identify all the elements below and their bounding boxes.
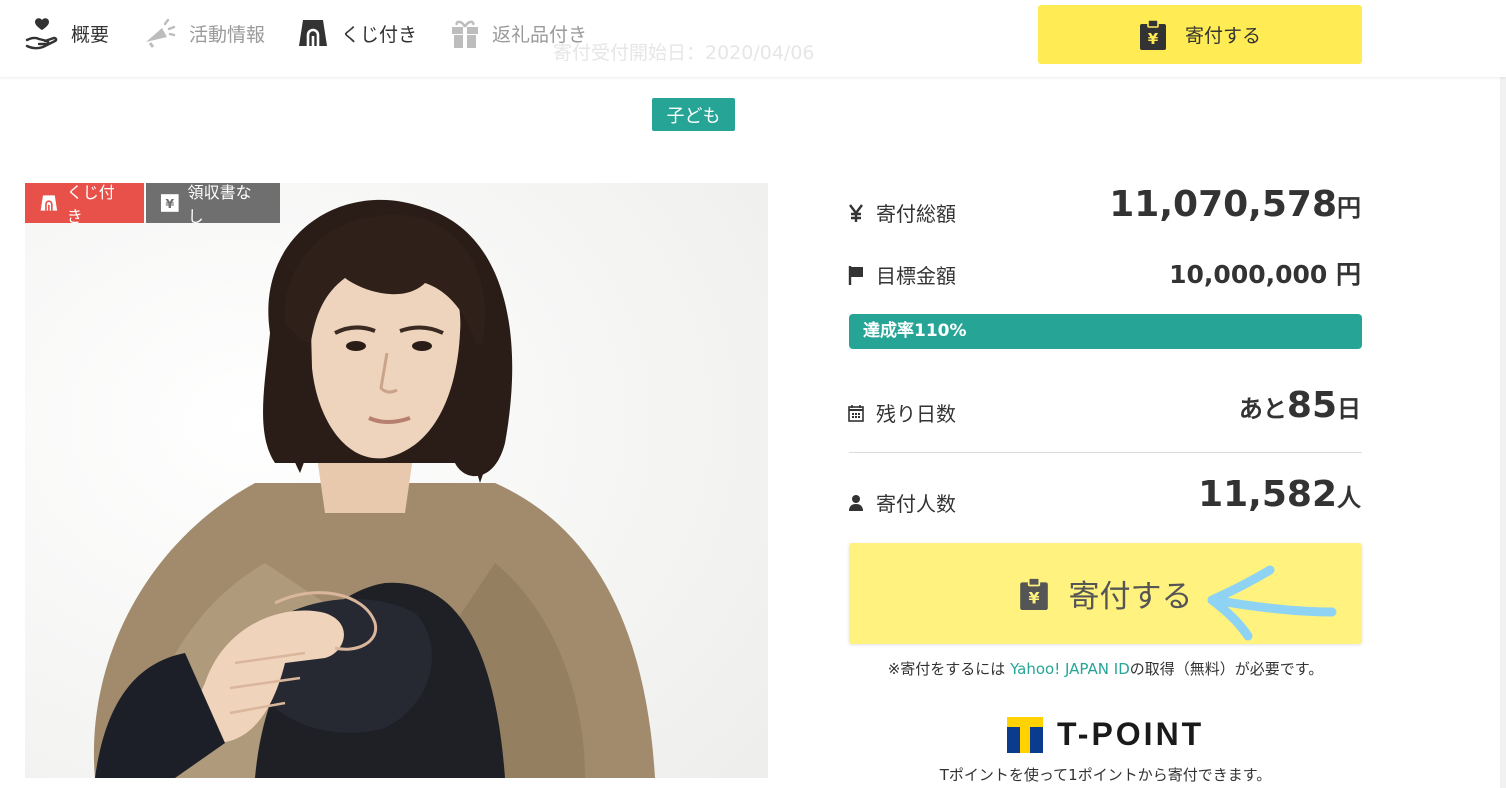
remaining-days-value: あと85日 [1239,385,1361,426]
donation-box-icon: ¥ [1019,576,1048,610]
total-amount-value: 11,070,578円 [1109,184,1361,225]
note-suffix: の取得（無料）が必要です。 [1129,660,1324,678]
badge-label: 領収書なし [187,183,252,226]
megaphone-icon [146,18,176,48]
remaining-days-label-text: 残り日数 [876,402,956,426]
header-donate-label: 寄付する [1184,25,1261,47]
tpoint-logo-text: T-POINT [1057,716,1205,752]
stats-divider [849,452,1362,453]
achievement-progress-bar: 達成率110% [849,314,1362,349]
lottery-icon [40,195,58,211]
calendar-icon [848,404,864,422]
flag-icon [848,265,863,285]
nav-item-label: 活動情報 [189,23,266,46]
top-navigation-bar: 概要 活動情報 くじ付き 返礼品付き 寄付受付開始日：2020/04/06 ¥ … [0,0,1506,77]
total-amount-unit: 円 [1337,194,1361,222]
remaining-days-number: 85 [1286,385,1337,426]
note-prefix: ※寄付をするには [887,660,1011,678]
hand-heart-icon [25,18,58,50]
lottery-icon [299,20,327,46]
portrait-illustration [25,183,768,778]
svg-text:¥: ¥ [1028,588,1039,607]
remaining-days-label: 残り日数 [848,398,956,427]
donor-count-number: 11,582 [1198,474,1337,515]
svg-text:¥: ¥ [165,197,174,212]
gift-icon [452,20,478,48]
category-tag[interactable]: 子ども [652,98,735,131]
donor-count-unit: 人 [1337,484,1361,512]
yahoo-id-link[interactable]: Yahoo! JAPAN ID [1010,660,1130,678]
start-date-text: 寄付受付開始日：2020/04/06 [553,42,815,64]
scrollbar[interactable] [1500,0,1506,788]
donate-button[interactable]: ¥ 寄付する [849,543,1362,644]
nav-item-label: 概要 [71,23,110,46]
goal-amount-label: 目標金額 [848,260,956,289]
tpoint-logo: T-POINT [1007,716,1204,753]
project-photo: くじ付き ¥ 領収書なし [25,183,768,778]
nav-item-lottery[interactable]: くじ付き [297,12,417,54]
tpoint-note: Tポイントを使って1ポイントから寄付できます。 [939,766,1272,784]
yahoo-id-note: ※寄付をするには Yahoo! JAPAN IDの取得（無料）が必要です。 [849,658,1362,679]
yen-icon [849,203,863,222]
nav-item-activity[interactable]: 活動情報 [143,12,265,54]
total-amount-number: 11,070,578 [1109,184,1337,225]
nav-item-label: くじ付き [341,23,418,46]
achievement-rate-label: 達成率110% [863,321,967,341]
nav-item-overview[interactable]: 概要 [25,12,109,54]
person-icon [849,494,863,511]
receipt-yen-icon: ¥ [160,194,179,212]
goal-amount-value: 10,000,000 円 [1169,260,1361,289]
no-receipt-badge: ¥ 領収書なし [146,183,280,226]
donation-box-icon: ¥ [1139,18,1166,50]
tpoint-logo-icon [1007,716,1043,753]
svg-text:¥: ¥ [1148,30,1159,48]
donor-count-label: 寄付人数 [848,488,956,517]
donate-button-label: 寄付する [1068,579,1193,615]
donor-count-value: 11,582人 [1198,474,1361,515]
remaining-days-prefix: あと [1238,395,1287,423]
lottery-badge: くじ付き [25,183,144,226]
donor-count-label-text: 寄付人数 [876,492,956,516]
badge-label: くじ付き [66,183,115,226]
remaining-days-unit: 日 [1337,395,1361,423]
header-donate-button[interactable]: ¥ 寄付する [1038,5,1362,64]
total-amount-label: 寄付総額 [848,198,956,227]
goal-amount-label-text: 目標金額 [876,264,956,288]
total-amount-label-text: 寄付総額 [876,202,956,226]
